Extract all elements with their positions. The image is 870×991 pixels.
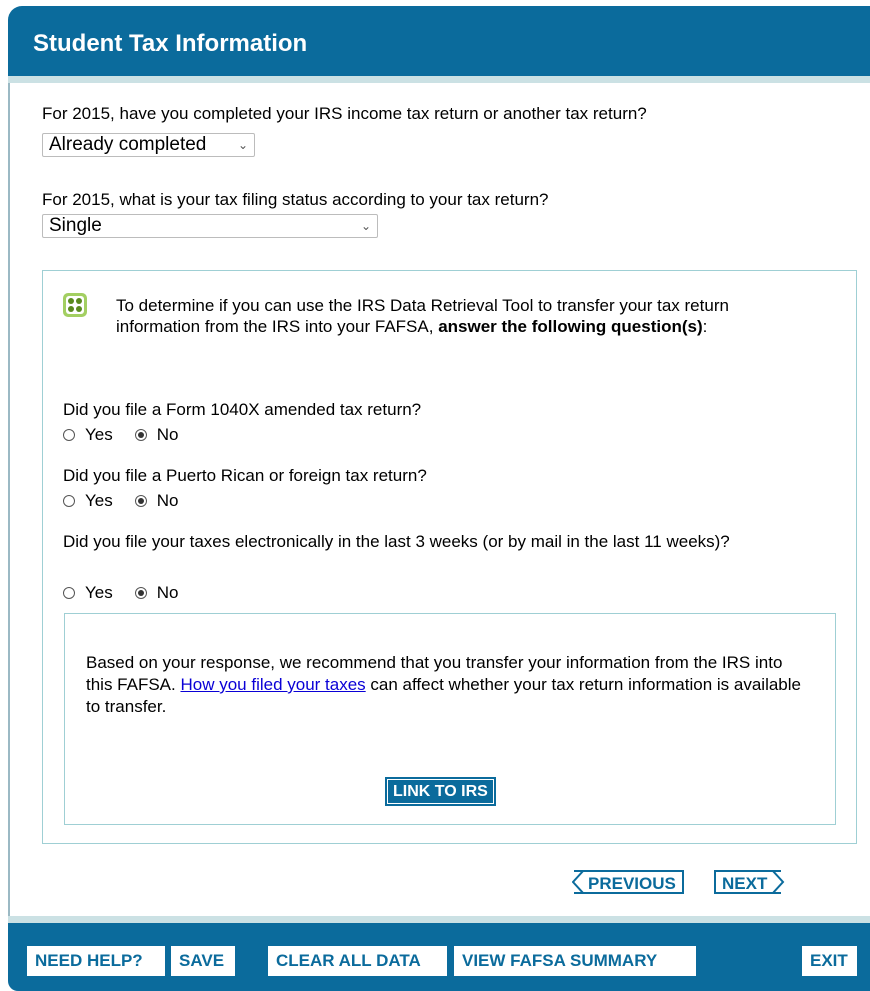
radio-foreign-yes[interactable] xyxy=(63,495,75,507)
page-frame: Student Tax Information For 2015, have y… xyxy=(8,6,870,991)
page-header: Student Tax Information xyxy=(8,6,870,76)
radio-electronic-yes[interactable] xyxy=(63,587,75,599)
question-electronic-label: Did you file your taxes electronically i… xyxy=(63,532,730,551)
save-button[interactable]: SAVE xyxy=(171,946,235,976)
need-help-button[interactable]: NEED HELP? xyxy=(27,946,165,976)
next-button[interactable]: NEXT xyxy=(714,870,785,894)
drt-intro: To determine if you can use the IRS Data… xyxy=(116,295,806,337)
radio-electronic-yes-label[interactable]: Yes xyxy=(85,583,113,603)
previous-button[interactable]: PREVIOUS xyxy=(572,870,684,894)
drt-intro-bold: answer the following question(s) xyxy=(438,317,703,336)
previous-label: PREVIOUS xyxy=(588,874,676,893)
filing-status-select-value: Single xyxy=(49,215,102,236)
radio-group-electronic: Yes No xyxy=(63,583,200,603)
footer-bar: NEED HELP? SAVE CLEAR ALL DATA VIEW FAFS… xyxy=(8,923,870,991)
question-foreign-label: Did you file a Puerto Rican or foreign t… xyxy=(63,466,427,485)
view-fafsa-summary-button[interactable]: VIEW FAFSA SUMMARY xyxy=(454,946,696,976)
drt-intro-end: : xyxy=(702,317,708,336)
radio-1040x-yes[interactable] xyxy=(63,429,75,441)
radio-foreign-no-label[interactable]: No xyxy=(157,491,179,511)
drt-panel: To determine if you can use the IRS Data… xyxy=(42,270,857,844)
radio-electronic-no[interactable] xyxy=(134,587,147,599)
question-1040x-label: Did you file a Form 1040X amended tax re… xyxy=(63,400,422,419)
page-title: Student Tax Information xyxy=(33,30,308,57)
recommendation-text: Based on your response, we recommend tha… xyxy=(86,652,806,718)
radio-group-1040x: Yes No xyxy=(63,425,200,445)
how-you-filed-link[interactable]: How you filed your taxes xyxy=(180,675,365,694)
question-completed-label: For 2015, have you completed your IRS in… xyxy=(42,104,647,123)
completed-select-value: Already completed xyxy=(49,134,207,155)
filing-status-select[interactable]: Single ⌄ xyxy=(42,214,378,238)
drt-tool-icon xyxy=(63,293,87,317)
exit-button[interactable]: EXIT xyxy=(802,946,857,976)
radio-foreign-no[interactable] xyxy=(134,495,147,507)
footer-divider xyxy=(8,916,870,923)
header-divider xyxy=(8,76,870,83)
clear-all-data-button[interactable]: CLEAR ALL DATA xyxy=(268,946,447,976)
question-filing-status-label: For 2015, what is your tax filing status… xyxy=(42,190,549,209)
radio-1040x-no-label[interactable]: No xyxy=(157,425,179,445)
chevron-left-icon xyxy=(572,870,585,894)
radio-1040x-yes-label[interactable]: Yes xyxy=(85,425,113,445)
chevron-down-icon: ⌄ xyxy=(237,138,248,152)
completed-select[interactable]: Already completed ⌄ xyxy=(42,133,255,157)
recommendation-panel: Based on your response, we recommend tha… xyxy=(64,613,836,825)
radio-electronic-no-label[interactable]: No xyxy=(157,583,179,603)
radio-foreign-yes-label[interactable]: Yes xyxy=(85,491,113,511)
radio-1040x-no[interactable] xyxy=(134,429,147,441)
next-label: NEXT xyxy=(722,874,768,893)
chevron-down-icon: ⌄ xyxy=(360,219,371,233)
radio-group-foreign: Yes No xyxy=(63,491,200,511)
chevron-right-icon xyxy=(771,870,785,894)
content-left-border xyxy=(8,83,10,916)
link-to-irs-button[interactable]: LINK TO IRS xyxy=(385,777,496,806)
